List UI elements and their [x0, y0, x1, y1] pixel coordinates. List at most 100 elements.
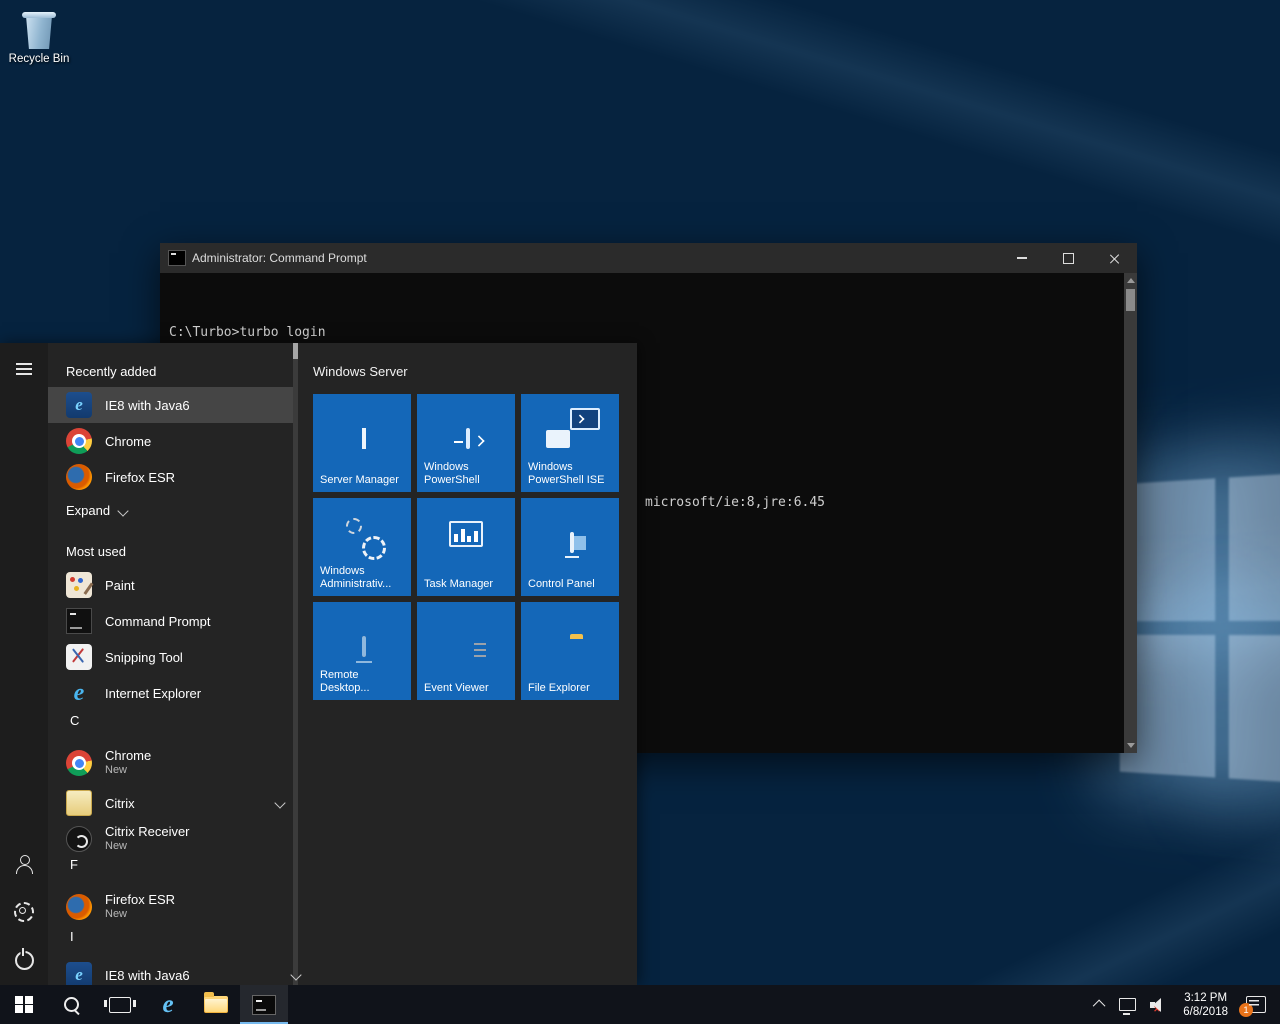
start-item-firefox-esr-new[interactable]: Firefox ESRNew — [48, 885, 298, 929]
tile-event-viewer[interactable]: Event Viewer — [417, 602, 515, 700]
close-button[interactable] — [1091, 243, 1137, 273]
chevron-down-icon — [117, 505, 128, 516]
chrome-icon — [66, 750, 92, 776]
tile-windows-administrative-tools[interactable]: Windows Administrativ... — [313, 498, 411, 596]
cmd-title-bar[interactable]: Administrator: Command Prompt — [160, 243, 1137, 273]
console-line-fragment: microsoft/ie:8,jre:6.45 — [645, 495, 825, 511]
tile-server-manager[interactable]: Server Manager — [313, 394, 411, 492]
power-button[interactable] — [0, 940, 48, 980]
paint-icon — [66, 572, 92, 598]
task-manager-icon — [449, 521, 483, 547]
citrix-icon — [66, 790, 92, 816]
taskbar: e ✕ 3:12 PM 6/8/2018 1 — [0, 985, 1280, 1024]
notification-badge: 1 — [1239, 1003, 1253, 1017]
snipping-tool-icon — [66, 644, 92, 670]
maximize-button[interactable] — [1045, 243, 1091, 273]
taskbar-command-prompt[interactable] — [240, 985, 288, 1024]
start-tile-pane: Windows Server Server Manager Windows Po… — [298, 343, 637, 985]
start-menu-rail — [0, 343, 48, 985]
recycle-bin-icon — [22, 8, 56, 50]
command-prompt-icon — [252, 995, 276, 1015]
clock-date: 6/8/2018 — [1183, 1005, 1228, 1019]
ie8-java6-icon: e — [66, 962, 92, 985]
task-view-icon — [109, 997, 131, 1013]
windows-logo-glow — [1120, 471, 1280, 785]
start-item-command-prompt[interactable]: Command Prompt — [48, 603, 298, 639]
cmd-window-title: Administrator: Command Prompt — [192, 251, 999, 265]
search-button[interactable] — [48, 985, 96, 1024]
start-item-firefox-esr[interactable]: Firefox ESR — [48, 459, 298, 495]
user-account-button[interactable] — [0, 844, 48, 884]
most-used-header: Most used — [66, 544, 126, 559]
letter-group-c[interactable]: C — [70, 713, 79, 728]
start-item-ie8-with-java6-bottom[interactable]: e IE8 with Java6 — [48, 957, 298, 985]
letter-group-i[interactable]: I — [70, 929, 74, 944]
clock-time: 3:12 PM — [1184, 991, 1227, 1005]
start-item-paint[interactable]: Paint — [48, 567, 298, 603]
powershell-icon — [466, 428, 470, 449]
minimize-button[interactable] — [999, 243, 1045, 273]
start-app-list: Recently added e IE8 with Java6 Chrome F… — [48, 343, 298, 985]
remote-desktop-icon — [362, 636, 366, 657]
firefox-icon — [66, 894, 92, 920]
expand-control[interactable]: Expand — [66, 503, 127, 518]
tray-clock[interactable]: 3:12 PM 6/8/2018 — [1173, 991, 1238, 1019]
tile-group-title[interactable]: Windows Server — [313, 364, 408, 379]
mute-x-icon: ✕ — [1153, 1005, 1161, 1014]
settings-button[interactable] — [0, 892, 48, 932]
power-icon — [15, 951, 34, 970]
recycle-bin[interactable]: Recycle Bin — [4, 8, 74, 65]
network-icon — [1119, 998, 1136, 1011]
hamburger-icon — [16, 363, 32, 375]
cmd-app-icon — [168, 250, 186, 266]
firefox-icon — [66, 464, 92, 490]
tile-windows-powershell-ise[interactable]: Windows PowerShell ISE — [521, 394, 619, 492]
tray-show-hidden-icons[interactable] — [1089, 985, 1112, 1024]
tile-task-manager[interactable]: Task Manager — [417, 498, 515, 596]
desktop: Recycle Bin Administrator: Command Promp… — [0, 0, 1280, 1024]
start-item-ie8-with-java6[interactable]: e IE8 with Java6 — [48, 387, 298, 423]
tray-network[interactable] — [1112, 985, 1143, 1024]
chevron-down-icon — [274, 797, 285, 808]
tile-windows-powershell[interactable]: Windows PowerShell — [417, 394, 515, 492]
search-icon — [63, 996, 81, 1014]
start-item-chrome-new[interactable]: ChromeNew — [48, 741, 298, 785]
folder-icon — [204, 996, 228, 1013]
cmd-scrollbar[interactable] — [1124, 273, 1137, 753]
tile-remote-desktop[interactable]: Remote Desktop... — [313, 602, 411, 700]
internet-explorer-icon: e — [162, 992, 173, 1017]
gear-icon — [14, 902, 34, 922]
ie8-java6-icon: e — [66, 392, 92, 418]
start-item-chrome[interactable]: Chrome — [48, 423, 298, 459]
start-button[interactable] — [0, 985, 48, 1024]
taskbar-internet-explorer[interactable]: e — [144, 985, 192, 1024]
control-panel-icon — [570, 532, 574, 553]
tile-file-explorer[interactable]: File Explorer — [521, 602, 619, 700]
start-item-citrix[interactable]: Citrix — [48, 785, 298, 821]
taskbar-file-explorer[interactable] — [192, 985, 240, 1024]
start-item-snipping-tool[interactable]: Snipping Tool — [48, 639, 298, 675]
command-prompt-icon — [66, 608, 92, 634]
scroll-up-icon[interactable] — [1127, 278, 1135, 283]
scrollbar-thumb[interactable] — [1126, 289, 1135, 311]
console-line: C:\Turbo>turbo login — [169, 325, 1137, 341]
action-center-button[interactable]: 1 — [1246, 996, 1266, 1013]
start-item-citrix-receiver[interactable]: Citrix ReceiverNew — [48, 817, 298, 861]
letter-group-f[interactable]: F — [70, 857, 78, 872]
server-manager-icon — [362, 428, 366, 449]
scroll-down-icon[interactable] — [1127, 743, 1135, 748]
citrix-receiver-icon — [66, 826, 92, 852]
chevron-up-icon — [1093, 1000, 1106, 1013]
hamburger-menu-button[interactable] — [0, 349, 48, 389]
user-icon — [15, 855, 33, 873]
speaker-icon: ✕ — [1150, 998, 1166, 1012]
tile-control-panel[interactable]: Control Panel — [521, 498, 619, 596]
start-menu: Recently added e IE8 with Java6 Chrome F… — [0, 343, 637, 985]
start-item-internet-explorer[interactable]: e Internet Explorer — [48, 675, 298, 711]
tray-volume[interactable]: ✕ — [1143, 985, 1173, 1024]
chrome-icon — [66, 428, 92, 454]
windows-logo-icon — [15, 996, 33, 1014]
system-tray: ✕ 3:12 PM 6/8/2018 1 — [1089, 985, 1280, 1024]
recycle-bin-label: Recycle Bin — [4, 53, 74, 65]
task-view-button[interactable] — [96, 985, 144, 1024]
